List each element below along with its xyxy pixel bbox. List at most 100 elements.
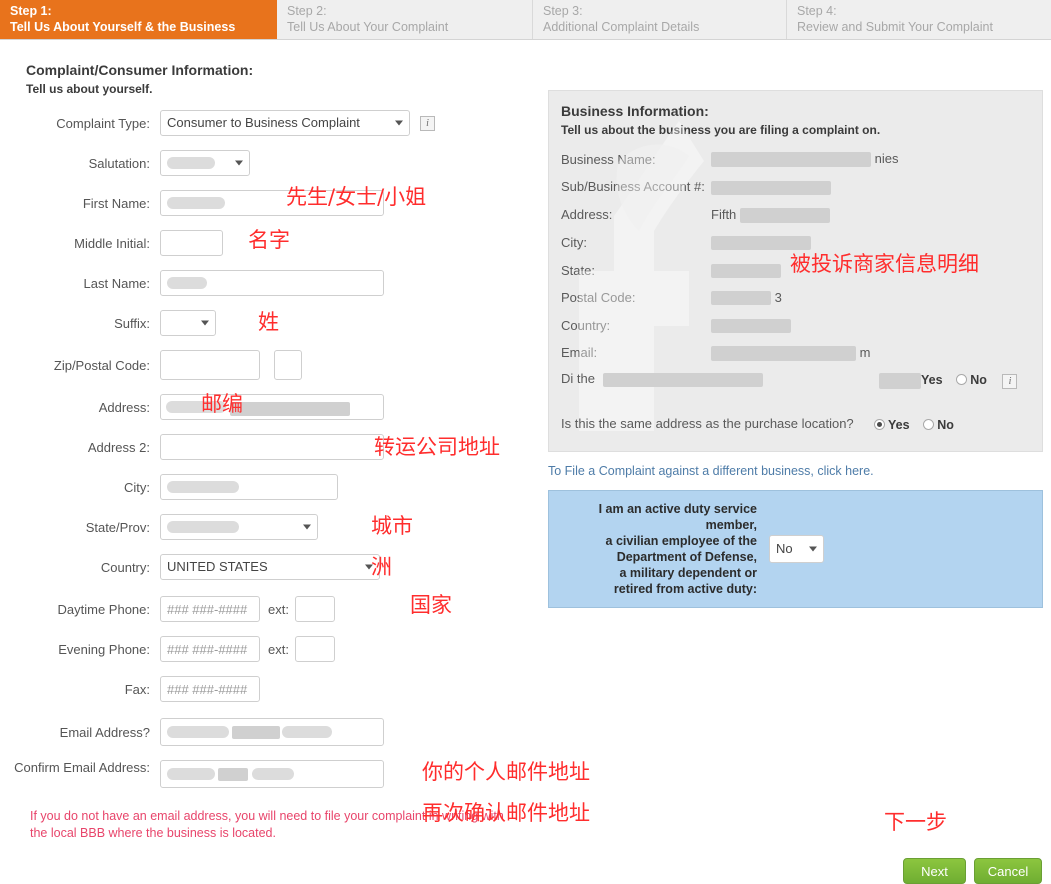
military-line-3: a civilian employee of the (605, 534, 757, 548)
label-city: City: (124, 479, 150, 495)
middle-initial-input[interactable] (160, 230, 223, 256)
step-tab-3[interactable]: Step 3: Additional Complaint Details (533, 0, 787, 39)
row-country: Country: UNITED STATES (0, 554, 540, 580)
row-middle-initial: Middle Initial: (0, 230, 540, 256)
suffix-select[interactable] (160, 310, 216, 336)
row-complaint-type: Complaint Type: Consumer to Business Com… (0, 110, 540, 136)
step-tab-1[interactable]: Step 1: Tell Us About Yourself & the Bus… (0, 0, 277, 39)
step-tab-4[interactable]: Step 4: Review and Submit Your Complaint (787, 0, 1051, 39)
military-status-label: I am an active duty service member, a ci… (567, 501, 769, 597)
confirm-email-redaction-1 (167, 768, 215, 780)
label-fax: Fax: (124, 681, 150, 697)
evening-ext-input[interactable] (294, 636, 335, 662)
business-value-account (711, 179, 1042, 195)
business-section-subtitle: Tell us about the business you are filin… (561, 123, 881, 137)
military-status-panel: I am an active duty service member, a ci… (548, 490, 1043, 608)
row-last-name: Last Name: (0, 270, 540, 296)
chevron-down-icon (201, 320, 209, 326)
label-country: Country: (100, 559, 150, 575)
business-value-state (711, 262, 1042, 278)
row-state: State/Prov: (0, 514, 540, 540)
chevron-down-icon (303, 524, 311, 530)
complaint-type-select[interactable]: Consumer to Business Complaint (160, 110, 410, 136)
step-2-number: Step 2: (287, 4, 327, 18)
step-3-label: Additional Complaint Details (543, 20, 700, 34)
business-value-name-text: nies (874, 151, 899, 166)
email-redaction-3 (282, 726, 332, 738)
label-confirm-email: Confirm Email Address: (14, 760, 150, 775)
fax-input[interactable] (160, 676, 260, 702)
row-daytime-phone: Daytime Phone: ext: (0, 596, 540, 622)
label-evening-phone: Evening Phone: (58, 641, 150, 657)
label-middle-initial: Middle Initial: (74, 235, 150, 251)
business-value-postal: 3 (711, 290, 1042, 306)
same-address-no-radio[interactable] (923, 419, 935, 430)
page-body: Complaint/Consumer Information: Tell us … (0, 40, 1051, 884)
info-icon-business-question[interactable]: i (1002, 374, 1018, 389)
daytime-phone-input[interactable] (160, 596, 260, 622)
business-value-name: nies (711, 151, 1042, 168)
business-field-row: State: (561, 262, 1042, 278)
business-field-row: City: (561, 235, 1042, 251)
label-evening-ext: ext: (268, 641, 289, 657)
zip-extension-input[interactable] (274, 350, 302, 380)
label-daytime-phone: Daytime Phone: (57, 601, 151, 617)
business-obscured-no-radio[interactable] (956, 374, 968, 385)
military-status-select[interactable]: No (769, 535, 824, 563)
label-last-name: Last Name: (83, 275, 150, 291)
consumer-section-subtitle: Tell us about yourself. (26, 82, 153, 96)
business-field-row: Sub/Business Account #: (561, 179, 1042, 195)
label-zip: Zip/Postal Code: (53, 357, 150, 373)
business-information-section: Business Information: Tell us about the … (548, 90, 1043, 608)
label-salutation: Salutation: (88, 155, 150, 171)
label-complaint-type: Complaint Type: (56, 115, 150, 131)
row-address: Address: (0, 394, 540, 420)
label-daytime-ext: ext: (268, 601, 289, 617)
different-business-link[interactable]: To File a Complaint against a different … (548, 464, 1043, 478)
business-value-email-text: m (859, 344, 871, 360)
military-status-value: No (776, 541, 793, 556)
complaint-type-value: Consumer to Business Complaint (167, 115, 360, 130)
row-suffix: Suffix: (0, 310, 540, 336)
consumer-section-title: Complaint/Consumer Information: (26, 62, 254, 78)
chevron-down-icon (395, 120, 403, 126)
footer-buttons: Next Cancel (903, 858, 1042, 884)
business-section-title: Business Information: (561, 103, 709, 119)
address-redaction-1 (166, 401, 226, 413)
same-address-radio-group: Yes No (874, 417, 964, 432)
business-label-email: Email: (561, 345, 598, 361)
label-first-name: First Name: (82, 195, 150, 211)
country-value: UNITED STATES (167, 559, 268, 574)
state-select[interactable] (160, 514, 318, 540)
daytime-ext-input[interactable] (294, 596, 335, 622)
step-tab-2[interactable]: Step 2: Tell Us About Your Complaint (277, 0, 533, 39)
business-field-row: Country: (561, 317, 1042, 333)
salutation-select[interactable] (160, 150, 250, 176)
row-salutation: Salutation: (0, 150, 540, 176)
chevron-down-icon (809, 546, 817, 552)
label-suffix: Suffix: (114, 315, 150, 331)
step-2-label: Tell Us About Your Complaint (287, 20, 449, 34)
email-warning-text: If you do not have an email address, you… (30, 809, 504, 840)
business-value-city (711, 235, 1042, 251)
business-value-email: m (711, 345, 1042, 361)
cancel-button[interactable]: Cancel (974, 858, 1042, 884)
zip-input[interactable] (160, 350, 260, 380)
address-2-input[interactable] (160, 434, 384, 460)
city-redaction (167, 481, 239, 493)
chevron-down-icon (235, 160, 243, 166)
country-select[interactable]: UNITED STATES (160, 554, 380, 580)
same-address-question-row: Is this the same address as the purchase… (561, 416, 854, 431)
next-button[interactable]: Next (903, 858, 966, 884)
info-icon-complaint-type[interactable]: i (420, 115, 435, 131)
same-address-yes-radio[interactable] (874, 419, 885, 430)
business-obscured-radio-group: Yes No i (879, 372, 1018, 389)
row-fax: Fax: (0, 676, 540, 702)
confirm-email-redaction-2 (218, 768, 248, 781)
evening-phone-input[interactable] (160, 636, 260, 662)
military-line-1: I am an active duty service (598, 502, 757, 516)
state-value-redacted (167, 521, 239, 533)
row-confirm-email: Confirm Email Address: (0, 760, 540, 788)
email-redaction-2 (232, 726, 280, 739)
business-label-address: Address: (561, 207, 613, 223)
